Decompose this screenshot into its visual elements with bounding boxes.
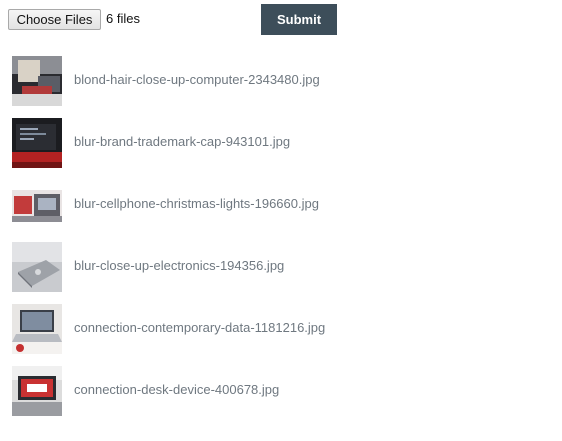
file-thumbnail <box>12 180 62 230</box>
file-thumbnail <box>12 118 62 168</box>
file-preview-item: blur-brand-trademark-cap-943101.jpg <box>12 118 532 168</box>
file-preview-item: connection-contemporary-data-1181216.jpg <box>12 304 532 354</box>
choose-files-button[interactable]: Choose Files <box>8 9 101 30</box>
file-thumbnail <box>12 56 62 106</box>
file-name: connection-desk-device-400678.jpg <box>74 382 280 397</box>
file-thumbnail <box>12 304 62 354</box>
file-count-label: 6 files <box>106 11 140 26</box>
submit-button[interactable]: Submit <box>261 4 337 35</box>
file-thumbnail <box>12 366 62 416</box>
file-preview-list: blond-hair-close-up-computer-2343480.jpg… <box>0 0 562 441</box>
file-preview-item: blur-close-up-electronics-194356.jpg <box>12 242 532 292</box>
file-name: blur-brand-trademark-cap-943101.jpg <box>74 134 291 149</box>
file-thumbnail <box>12 242 62 292</box>
file-name: blur-close-up-electronics-194356.jpg <box>74 258 285 273</box>
file-preview-item: connection-desk-device-400678.jpg <box>12 366 532 416</box>
file-preview-item: blond-hair-close-up-computer-2343480.jpg <box>12 56 532 106</box>
file-name: connection-contemporary-data-1181216.jpg <box>74 320 326 335</box>
file-preview-item: blur-cellphone-christmas-lights-196660.j… <box>12 180 532 230</box>
upload-form: Choose Files 6 files Submit <box>0 0 562 40</box>
file-name: blur-cellphone-christmas-lights-196660.j… <box>74 196 319 211</box>
file-name: blond-hair-close-up-computer-2343480.jpg <box>74 72 320 87</box>
